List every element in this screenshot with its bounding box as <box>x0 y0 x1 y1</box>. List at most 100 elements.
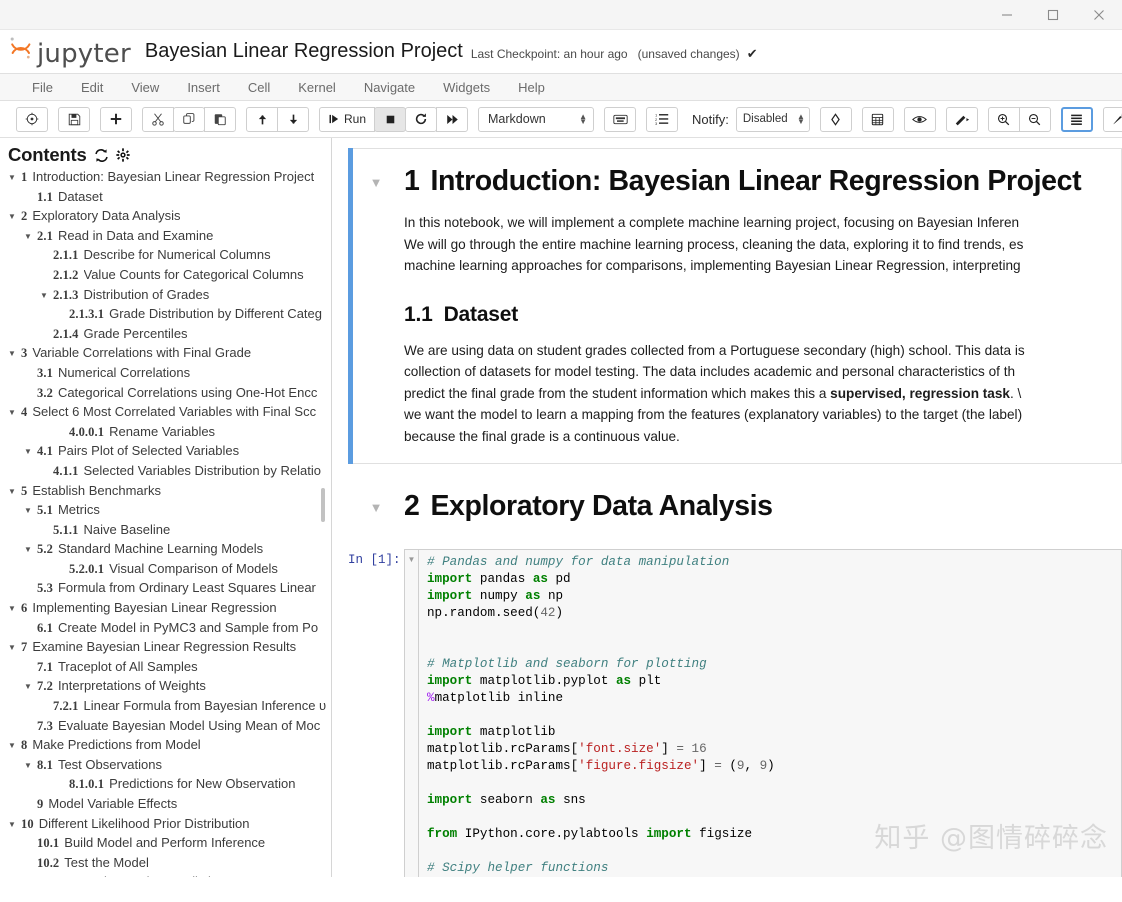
spreadsheet-button[interactable] <box>862 107 894 132</box>
close-icon[interactable] <box>1076 0 1122 29</box>
menu-help[interactable]: Help <box>504 77 559 98</box>
menu-edit[interactable]: Edit <box>67 77 117 98</box>
toc-caret-icon[interactable]: ▼ <box>24 761 37 770</box>
toc-item[interactable]: 10.2Test the Model <box>8 855 331 875</box>
menu-widgets[interactable]: Widgets <box>429 77 504 98</box>
toc-item[interactable]: 6.1Create Model in PyMC3 and Sample from… <box>8 620 331 640</box>
toc-item[interactable]: 2.1.2Value Counts for Categorical Column… <box>8 267 331 287</box>
paste-button[interactable] <box>204 107 236 132</box>
toc-item[interactable]: ▼8Make Predictions from Model <box>8 737 331 757</box>
snippets-button[interactable] <box>820 107 852 132</box>
maximize-icon[interactable] <box>1030 0 1076 29</box>
toc-caret-icon[interactable]: ▼ <box>8 173 21 182</box>
toc-item[interactable]: 9Model Variable Effects <box>8 796 331 816</box>
toc-item[interactable]: ▼1Introduction: Bayesian Linear Regressi… <box>8 169 331 189</box>
notebook-name[interactable]: Bayesian Linear Regression Project <box>145 40 463 63</box>
cell-type-select[interactable]: Markdown ▲▼ <box>478 107 594 132</box>
toc-item[interactable]: 3.1Numerical Correlations <box>8 365 331 385</box>
code-source[interactable]: # Pandas and numpy for data manipulation… <box>427 554 1121 877</box>
toc-item[interactable]: 10.1Build Model and Perform Inference <box>8 835 331 855</box>
cut-button[interactable] <box>142 107 174 132</box>
toc-caret-icon[interactable]: ▼ <box>8 643 21 652</box>
toc-item[interactable]: ▼4Select 6 Most Correlated Variables wit… <box>8 404 331 424</box>
toc-item[interactable]: ▼4.1Pairs Plot of Selected Variables <box>8 443 331 463</box>
minimize-icon[interactable] <box>984 0 1030 29</box>
restart-kernel-button[interactable] <box>405 107 437 132</box>
toc-item[interactable]: 2.1.4Grade Percentiles <box>8 326 331 346</box>
toc-item[interactable]: 8.1.0.1Predictions for New Observation <box>8 776 331 796</box>
toc-caret-icon[interactable]: ▼ <box>8 741 21 750</box>
run-button[interactable]: Run <box>319 107 375 132</box>
toc-item[interactable]: 4.0.0.1Rename Variables <box>8 424 331 444</box>
menu-insert[interactable]: Insert <box>173 77 234 98</box>
insert-cell-below-button[interactable] <box>100 107 132 132</box>
toc-caret-icon[interactable]: ▼ <box>40 291 53 300</box>
toc-caret-icon[interactable]: ▼ <box>24 447 37 456</box>
toc-item[interactable]: ▼10Different Likelihood Prior Distributi… <box>8 816 331 836</box>
toc-caret-icon[interactable]: ▼ <box>24 545 37 554</box>
interrupt-kernel-button[interactable] <box>374 107 406 132</box>
toc-item[interactable]: 5.2.0.1Visual Comparison of Models <box>8 561 331 581</box>
toc-caret-icon[interactable]: ▼ <box>24 506 37 515</box>
zoom-in-button[interactable] <box>988 107 1020 132</box>
keyboard-shortcuts-button[interactable] <box>604 107 636 132</box>
command-palette-button[interactable] <box>16 107 48 132</box>
toc-caret-icon[interactable]: ▼ <box>8 820 21 829</box>
toc-item[interactable]: ▼5.1Metrics <box>8 502 331 522</box>
toc-item[interactable]: ▼3Variable Correlations with Final Grade <box>8 345 331 365</box>
move-cell-down-button[interactable] <box>277 107 309 132</box>
notify-select[interactable]: Disabled ▲▼ <box>736 107 810 132</box>
restart-run-all-button[interactable] <box>436 107 468 132</box>
toc-item[interactable]: ▼2.1.3Distribution of Grades <box>8 287 331 307</box>
toc-item[interactable]: 10.3New Observation Predictions <box>8 874 331 877</box>
toc-caret-icon[interactable]: ▼ <box>8 408 21 417</box>
toc-caret-icon[interactable]: ▼ <box>24 232 37 241</box>
toc-item[interactable]: ▼6Implementing Bayesian Linear Regressio… <box>8 600 331 620</box>
toc-item[interactable]: 7.2.1Linear Formula from Bayesian Infere… <box>8 698 331 718</box>
toc-item[interactable]: ▼5.2Standard Machine Learning Models <box>8 541 331 561</box>
toc-item[interactable]: 7.3Evaluate Bayesian Model Using Mean of… <box>8 718 331 738</box>
code-cell-imports[interactable]: In [1]: ▼ # Pandas and numpy for data ma… <box>348 549 1122 877</box>
hide-output-button[interactable] <box>904 107 936 132</box>
toc-item[interactable]: 7.1Traceplot of All Samples <box>8 659 331 679</box>
toc-item[interactable]: 3.2Categorical Correlations using One-Ho… <box>8 385 331 405</box>
toc-item[interactable]: ▼5Establish Benchmarks <box>8 483 331 503</box>
toc-caret-icon[interactable]: ▼ <box>8 604 21 613</box>
highlighter-button[interactable] <box>946 107 978 132</box>
collapse-heading-icon[interactable]: ▼ <box>348 161 404 447</box>
toc-numbering-button[interactable]: 123 <box>646 107 678 132</box>
toc-caret-icon[interactable]: ▼ <box>24 682 37 691</box>
toc-item[interactable]: ▼7.2Interpretations of Weights <box>8 678 331 698</box>
nbextensions-hammer-button[interactable] <box>1103 107 1122 132</box>
save-button[interactable] <box>58 107 90 132</box>
toc-caret-icon[interactable]: ▼ <box>8 487 21 496</box>
markdown-cell-introduction[interactable]: ▼ 1Introduction: Bayesian Linear Regress… <box>348 148 1122 464</box>
toc-item[interactable]: ▼7Examine Bayesian Linear Regression Res… <box>8 639 331 659</box>
toggle-toc-button[interactable] <box>1061 107 1093 132</box>
toc-item[interactable]: 2.1.1Describe for Numerical Columns <box>8 247 331 267</box>
menu-navigate[interactable]: Navigate <box>350 77 429 98</box>
markdown-cell-eda[interactable]: ▼ 2Exploratory Data Analysis <box>348 486 1122 537</box>
code-input-area[interactable]: # Pandas and numpy for data manipulation… <box>418 549 1122 877</box>
zoom-out-button[interactable] <box>1019 107 1051 132</box>
toc-item[interactable]: ▼2Exploratory Data Analysis <box>8 208 331 228</box>
toc-caret-icon[interactable]: ▼ <box>8 212 21 221</box>
menu-view[interactable]: View <box>117 77 173 98</box>
toc-item[interactable]: ▼2.1Read in Data and Examine <box>8 228 331 248</box>
menu-file[interactable]: File <box>18 77 67 98</box>
collapse-heading-icon[interactable]: ▼ <box>348 486 404 537</box>
toc-caret-icon[interactable]: ▼ <box>8 349 21 358</box>
menu-kernel[interactable]: Kernel <box>284 77 350 98</box>
toc-item[interactable]: 2.1.3.1Grade Distribution by Different C… <box>8 306 331 326</box>
toc-scrollbar[interactable] <box>321 488 325 522</box>
menu-cell[interactable]: Cell <box>234 77 284 98</box>
toc-item[interactable]: 5.3Formula from Ordinary Least Squares L… <box>8 580 331 600</box>
collapse-code-icon[interactable]: ▼ <box>404 549 418 877</box>
toc-item[interactable]: ▼8.1Test Observations <box>8 757 331 777</box>
toc-item[interactable]: 1.1Dataset <box>8 189 331 209</box>
move-cell-up-button[interactable] <box>246 107 278 132</box>
copy-button[interactable] <box>173 107 205 132</box>
gear-icon[interactable] <box>116 148 130 162</box>
jupyter-logo[interactable]: jupyter <box>8 35 131 68</box>
refresh-icon[interactable] <box>94 148 109 163</box>
